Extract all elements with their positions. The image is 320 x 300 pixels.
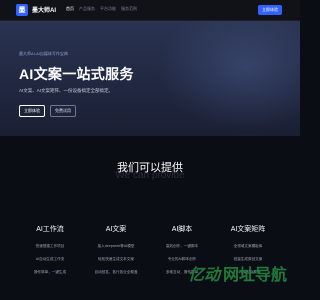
hero-subtitle: AI文案、AI文案矩阵、一份设备搞定全部搞定。 (19, 88, 114, 93)
service-title: AI脚本 (171, 226, 193, 233)
service-item: AI自动生成工作流 (35, 257, 65, 261)
brand-name[interactable]: 墨大师AI (32, 5, 56, 14)
logo-icon[interactable]: 墨 (16, 4, 28, 16)
service-item: 接入deepseek等AI模型 (97, 244, 135, 248)
service-column-copywriting[interactable]: AI文案 接入deepseek等AI模型 轻松快速生成文本文案 自动回答，各行各… (86, 224, 146, 279)
service-column-workflow[interactable]: AI工作流 快速搭建工作项目 AI自动生成工作流 操作简单，一键生成 (20, 224, 80, 279)
service-item: 全领域文案模板库 (233, 244, 263, 248)
service-title: AI文案 (105, 226, 127, 233)
service-title: AI工作流 (36, 226, 64, 233)
service-item: 批量生成原创文案 (233, 257, 263, 261)
service-item: 快速搭建工作项目 (35, 244, 65, 248)
top-navbar: 墨 墨大师AI 首页 产品服务 平台功能 服务范例 立即体验 (0, 0, 300, 21)
hero-glow (150, 21, 300, 136)
hero-title: AI文案一站式服务 (19, 66, 134, 82)
service-item: 专业的AI脚本创作 (167, 257, 197, 261)
logo-glyph: 墨 (18, 6, 26, 14)
service-title: AI文案矩阵 (230, 226, 266, 233)
nav-item-features[interactable]: 平台功能 (100, 6, 116, 12)
service-item: 操作简单，一键生成 (33, 270, 67, 274)
service-item: 轻松快速生成文本文案 (98, 257, 134, 261)
site-watermark: 亿动 网址导航 (188, 266, 287, 286)
watermark-logo: 亿动 (188, 267, 221, 284)
nav-item-home[interactable]: 首页 (66, 6, 74, 12)
try-now-button[interactable]: 立即体验 (258, 5, 282, 15)
nav-item-examples[interactable]: 服务范例 (121, 6, 137, 12)
service-item: 自动回答，各行各业全覆盖 (94, 270, 138, 274)
main-nav: 首页 产品服务 平台功能 服务范例 (66, 6, 137, 12)
free-trial-button[interactable]: 免费试用 (50, 105, 76, 117)
hero-try-button[interactable]: 立即体验 (19, 105, 45, 117)
nav-item-products[interactable]: 产品服务 (79, 6, 95, 12)
hero-banner: 墨大师AI-AI自媒体写作宝典 AI文案一站式服务 AI文案、AI文案矩阵、一份… (0, 21, 300, 136)
hero-tag: 墨大师AI-AI自媒体写作宝典 (19, 51, 68, 56)
service-item: 高效创作，一键脚本 (165, 244, 199, 248)
watermark-text: 网址导航 (223, 267, 288, 284)
section-title: 我们可以提供 (117, 162, 183, 174)
